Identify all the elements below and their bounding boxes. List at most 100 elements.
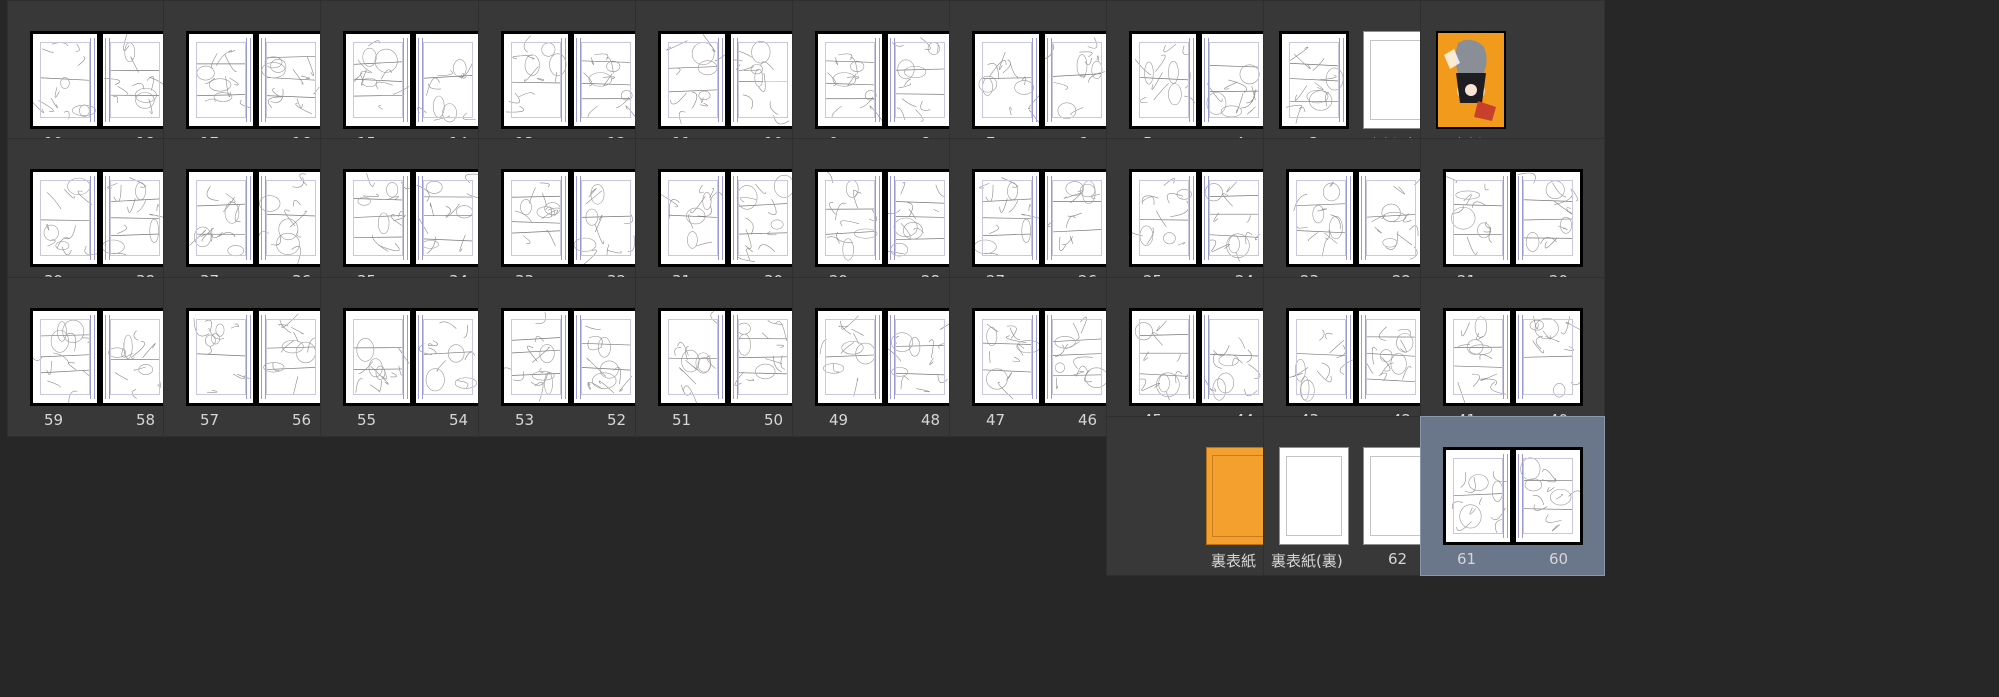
right-page-thumbnail [885, 31, 955, 129]
page-paper [818, 34, 882, 126]
panel-frame [1052, 180, 1102, 256]
right-page-thumbnail [1042, 308, 1112, 406]
spread-thumbnail[interactable]: 4140 [1420, 277, 1605, 437]
margin-guide [94, 176, 95, 260]
page-paper [818, 172, 882, 264]
page-number-label: 50 [764, 411, 784, 429]
panel-frame [40, 180, 90, 256]
page-paper [504, 34, 568, 126]
page-number-label: 47 [986, 411, 1006, 429]
page-paper [416, 34, 480, 126]
left-page-thumbnail [658, 308, 728, 406]
margin-guide [422, 176, 423, 260]
margin-guide [1507, 176, 1508, 260]
margin-guide [1032, 38, 1033, 122]
margin-guide [1507, 315, 1508, 399]
page-number-label: 54 [449, 411, 469, 429]
panel-frame [738, 319, 788, 395]
margin-guide [1036, 315, 1037, 399]
margin-guide [1346, 315, 1347, 399]
margin-guide [1350, 315, 1351, 399]
margin-guide [561, 315, 562, 399]
page-paper [259, 311, 323, 403]
left-page-thumbnail [1129, 308, 1199, 406]
page-paper [189, 172, 253, 264]
margin-guide [890, 38, 891, 122]
panel-frame [1052, 42, 1102, 118]
panel-frame [1366, 180, 1416, 256]
page-paper [416, 172, 480, 264]
margin-guide [94, 315, 95, 399]
margin-guide [722, 176, 723, 260]
margin-guide [879, 315, 880, 399]
margin-guide [890, 315, 891, 399]
margin-guide [1208, 176, 1209, 260]
margin-guide [1047, 176, 1048, 260]
right-page-thumbnail [885, 169, 955, 267]
panel-frame [1523, 458, 1573, 534]
margin-guide [422, 38, 423, 122]
page-number-label: 57 [200, 411, 220, 429]
margin-guide [1193, 38, 1194, 122]
page-paper [346, 172, 410, 264]
margin-guide [261, 176, 262, 260]
margin-guide [580, 315, 581, 399]
right-page-thumbnail [256, 31, 326, 129]
margin-guide [733, 38, 734, 122]
panel-frame [668, 42, 718, 118]
panel-frame [1209, 319, 1259, 395]
page-paper [975, 311, 1039, 403]
spread-thumbnail[interactable]: 2120 [1420, 138, 1605, 298]
front-cover-thumbnail[interactable]: 表紙 [1420, 0, 1605, 160]
panel-frame [423, 180, 473, 256]
panel-frame [738, 180, 788, 256]
margin-guide [109, 38, 110, 122]
margin-guide [1051, 176, 1052, 260]
page-number-label: 49 [829, 411, 849, 429]
left-page-thumbnail [30, 169, 100, 267]
left-page-thumbnail [1286, 308, 1356, 406]
margin-guide [1343, 38, 1344, 122]
panel-frame [196, 42, 246, 118]
margin-guide [109, 315, 110, 399]
margin-guide [580, 38, 581, 122]
margin-guide [875, 176, 876, 260]
page-paper [189, 311, 253, 403]
page-paper [731, 34, 795, 126]
margin-guide [1350, 176, 1351, 260]
margin-guide [1193, 315, 1194, 399]
right-page-thumbnail [1042, 169, 1112, 267]
left-page-thumbnail [501, 308, 571, 406]
panel-frame [825, 319, 875, 395]
margin-guide [718, 315, 719, 399]
page-number-label: 62 [1388, 550, 1408, 568]
page-paper [33, 34, 97, 126]
margin-guide [1208, 38, 1209, 122]
panel-frame [982, 42, 1032, 118]
page-paper [103, 311, 167, 403]
left-page-thumbnail [1129, 31, 1199, 129]
panel-frame [40, 319, 90, 395]
margin-guide [1204, 38, 1205, 122]
left-page-thumbnail [30, 31, 100, 129]
panel-frame [1139, 180, 1189, 256]
back-cover-frame [1212, 455, 1270, 537]
page-paper [574, 172, 638, 264]
margin-guide [1051, 38, 1052, 122]
left-page-thumbnail [501, 169, 571, 267]
margin-guide [1208, 315, 1209, 399]
page-paper [416, 311, 480, 403]
page-paper [731, 311, 795, 403]
left-page-thumbnail [1443, 169, 1513, 267]
right-page-thumbnail [1356, 308, 1426, 406]
panel-frame [1139, 42, 1189, 118]
panel-frame [1209, 42, 1259, 118]
blank-page-frame [1370, 456, 1426, 536]
margin-guide [875, 38, 876, 122]
margin-guide [1204, 176, 1205, 260]
margin-guide [403, 38, 404, 122]
right-page-thumbnail [571, 169, 641, 267]
panel-frame [266, 180, 316, 256]
spread-thumbnail-selected[interactable]: 61 60 [1420, 416, 1605, 576]
panel-frame [895, 180, 945, 256]
